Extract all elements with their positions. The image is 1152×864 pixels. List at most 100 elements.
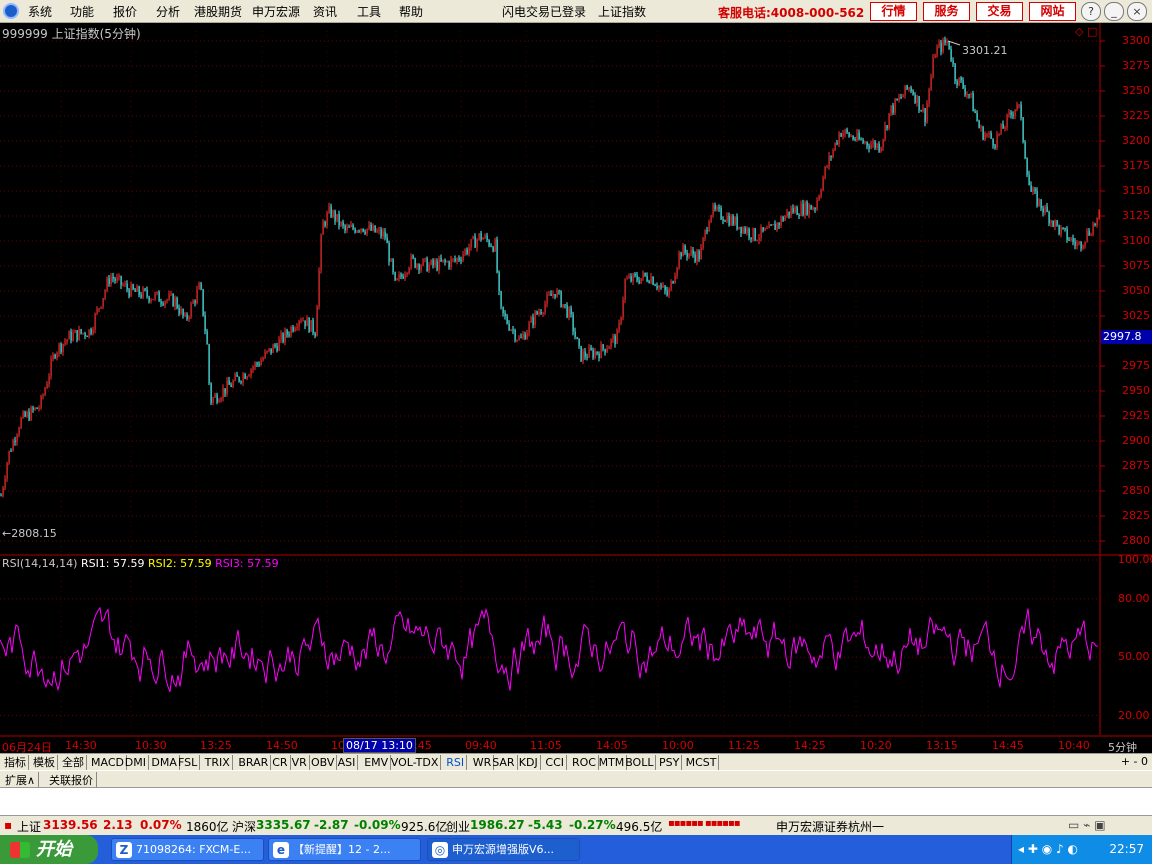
candle-body (620, 317, 622, 324)
tray-icons[interactable]: ◂ ✚ ◉ ♪ ◐ (1018, 842, 1078, 856)
candle-body (414, 258, 416, 268)
candle-body (216, 394, 218, 403)
candle-body (810, 205, 812, 210)
app-logo-icon[interactable] (3, 3, 19, 19)
candle-body (192, 300, 194, 304)
indicator-tab-trix[interactable]: TRIX (203, 755, 233, 770)
menu-info[interactable]: 资讯 (313, 3, 337, 20)
chart-corner-icons[interactable]: ◇ □ (1075, 25, 1097, 38)
related-quote-tab[interactable]: 关联报价 (46, 772, 97, 788)
candle-body (586, 356, 588, 358)
indicator-tab-asi[interactable]: ASI (336, 755, 359, 770)
candle-body (686, 252, 688, 258)
menu-system[interactable]: 系统 (28, 3, 52, 20)
menu-tools[interactable]: 工具 (357, 3, 381, 20)
indicator-tab-fsl[interactable]: FSL (176, 755, 201, 770)
indicator-tab-全部[interactable]: 全部 (60, 755, 87, 770)
candle-body (886, 125, 888, 129)
low-price-label: ←2808.15 (2, 527, 57, 540)
kline-chart[interactable] (0, 23, 1152, 753)
candle-body (1000, 124, 1002, 134)
candle-body (1050, 220, 1052, 224)
candle-body (66, 339, 68, 342)
candle-body (726, 215, 728, 222)
indicator-tab-obv[interactable]: OBV (309, 755, 338, 770)
candle-body (922, 108, 924, 112)
candle-body (296, 326, 298, 329)
time-tick-label: 11:25 (728, 739, 760, 752)
indicator-tab-kdj[interactable]: KDJ (517, 755, 541, 770)
menu-help[interactable]: 帮助 (399, 3, 423, 20)
menu-swhy[interactable]: 申万宏源 (252, 3, 300, 20)
candle-body (808, 205, 810, 215)
indicator-tab-macd[interactable]: MACD (89, 755, 127, 770)
price-tick-label: 2800 (1122, 534, 1150, 547)
candle-body (1060, 227, 1062, 235)
indicator-tab-dmi[interactable]: DMI (123, 755, 150, 770)
indicator-tab-boll[interactable]: BOLL (623, 755, 657, 770)
candle-body (1036, 190, 1038, 206)
task-fxcm[interactable]: Z 71098264: FXCM-E... (111, 838, 264, 861)
menu-quote[interactable]: 报价 (113, 3, 137, 20)
candle-body (684, 245, 686, 253)
indicator-tab-rsi[interactable]: RSI (444, 755, 468, 770)
candle-body (322, 221, 324, 235)
market-button[interactable]: 行情 (870, 2, 917, 21)
candle-body (688, 253, 690, 258)
website-button[interactable]: 网站 (1029, 2, 1076, 21)
help-icon[interactable]: ? (1081, 2, 1101, 21)
indicator-tab-指标[interactable]: 指标 (2, 755, 29, 770)
candle-body (752, 228, 754, 240)
indicator-tab-cci[interactable]: CCI (543, 755, 567, 770)
candle-body (946, 41, 948, 43)
expand-tab[interactable]: 扩展∧ (2, 772, 40, 788)
candle-body (876, 143, 878, 148)
indicator-zoom-controls[interactable]: + - 0 (1121, 755, 1148, 768)
start-label: 开始 (36, 839, 72, 860)
indicator-tab-brar[interactable]: BRAR (236, 755, 272, 770)
candle-body (470, 238, 472, 248)
candle-body (770, 224, 772, 226)
candle-body (816, 200, 818, 210)
service-button[interactable]: 服务 (923, 2, 970, 21)
candle-body (320, 234, 322, 271)
indicator-tab-roc[interactable]: ROC (570, 755, 599, 770)
candle-body (92, 329, 94, 334)
candle-body (24, 411, 26, 417)
indicator-tab-sar[interactable]: SAR (490, 755, 518, 770)
candle-body (812, 208, 814, 210)
task-reminder[interactable]: e 【新提醒】12 - 2... (268, 838, 421, 861)
minimize-icon[interactable]: _ (1104, 2, 1124, 21)
candle-body (624, 279, 626, 301)
indicator-tab-vr[interactable]: VR (290, 755, 310, 770)
candle-body (530, 317, 532, 323)
menu-function[interactable]: 功能 (70, 3, 94, 20)
rsi-tick-label: 50.00 (1118, 650, 1150, 664)
close-icon[interactable]: × (1127, 2, 1147, 21)
indicator-tab-vol-tdx[interactable]: VOL-TDX (389, 755, 442, 770)
indicator-tab-cr[interactable]: CR (270, 755, 291, 770)
candle-body (828, 155, 830, 167)
candle-body (842, 133, 844, 137)
status-tray-icons[interactable]: ▭ ⌁ ▣ (1068, 818, 1106, 832)
indicator-tab-mcst[interactable]: MCST (684, 755, 720, 770)
candle-body (2, 487, 4, 496)
menu-analysis[interactable]: 分析 (156, 3, 180, 20)
candle-body (512, 329, 514, 331)
task-swhy[interactable]: ◎ 申万宏源增强版V6... (427, 838, 580, 861)
start-button[interactable]: 开始 (0, 835, 98, 864)
trade-button[interactable]: 交易 (976, 2, 1023, 21)
chart-area[interactable]: 999999 上证指数(5分钟) ◇ □ 3301.21 ←2808.15 33… (0, 23, 1152, 754)
candle-body (68, 331, 70, 340)
indicator-tab-模板[interactable]: 模板 (31, 755, 58, 770)
indicator-tab-emv[interactable]: EMV (362, 755, 392, 770)
candle-body (558, 290, 560, 292)
candle-body (924, 108, 926, 123)
menu-hk-futures[interactable]: 港股期货 (194, 3, 242, 20)
indicator-tab-psy[interactable]: PSY (657, 755, 683, 770)
info-panel (0, 787, 1152, 815)
candle-body (174, 297, 176, 307)
candle-body (952, 60, 954, 64)
candle-body (638, 280, 640, 284)
candle-body (46, 384, 48, 389)
